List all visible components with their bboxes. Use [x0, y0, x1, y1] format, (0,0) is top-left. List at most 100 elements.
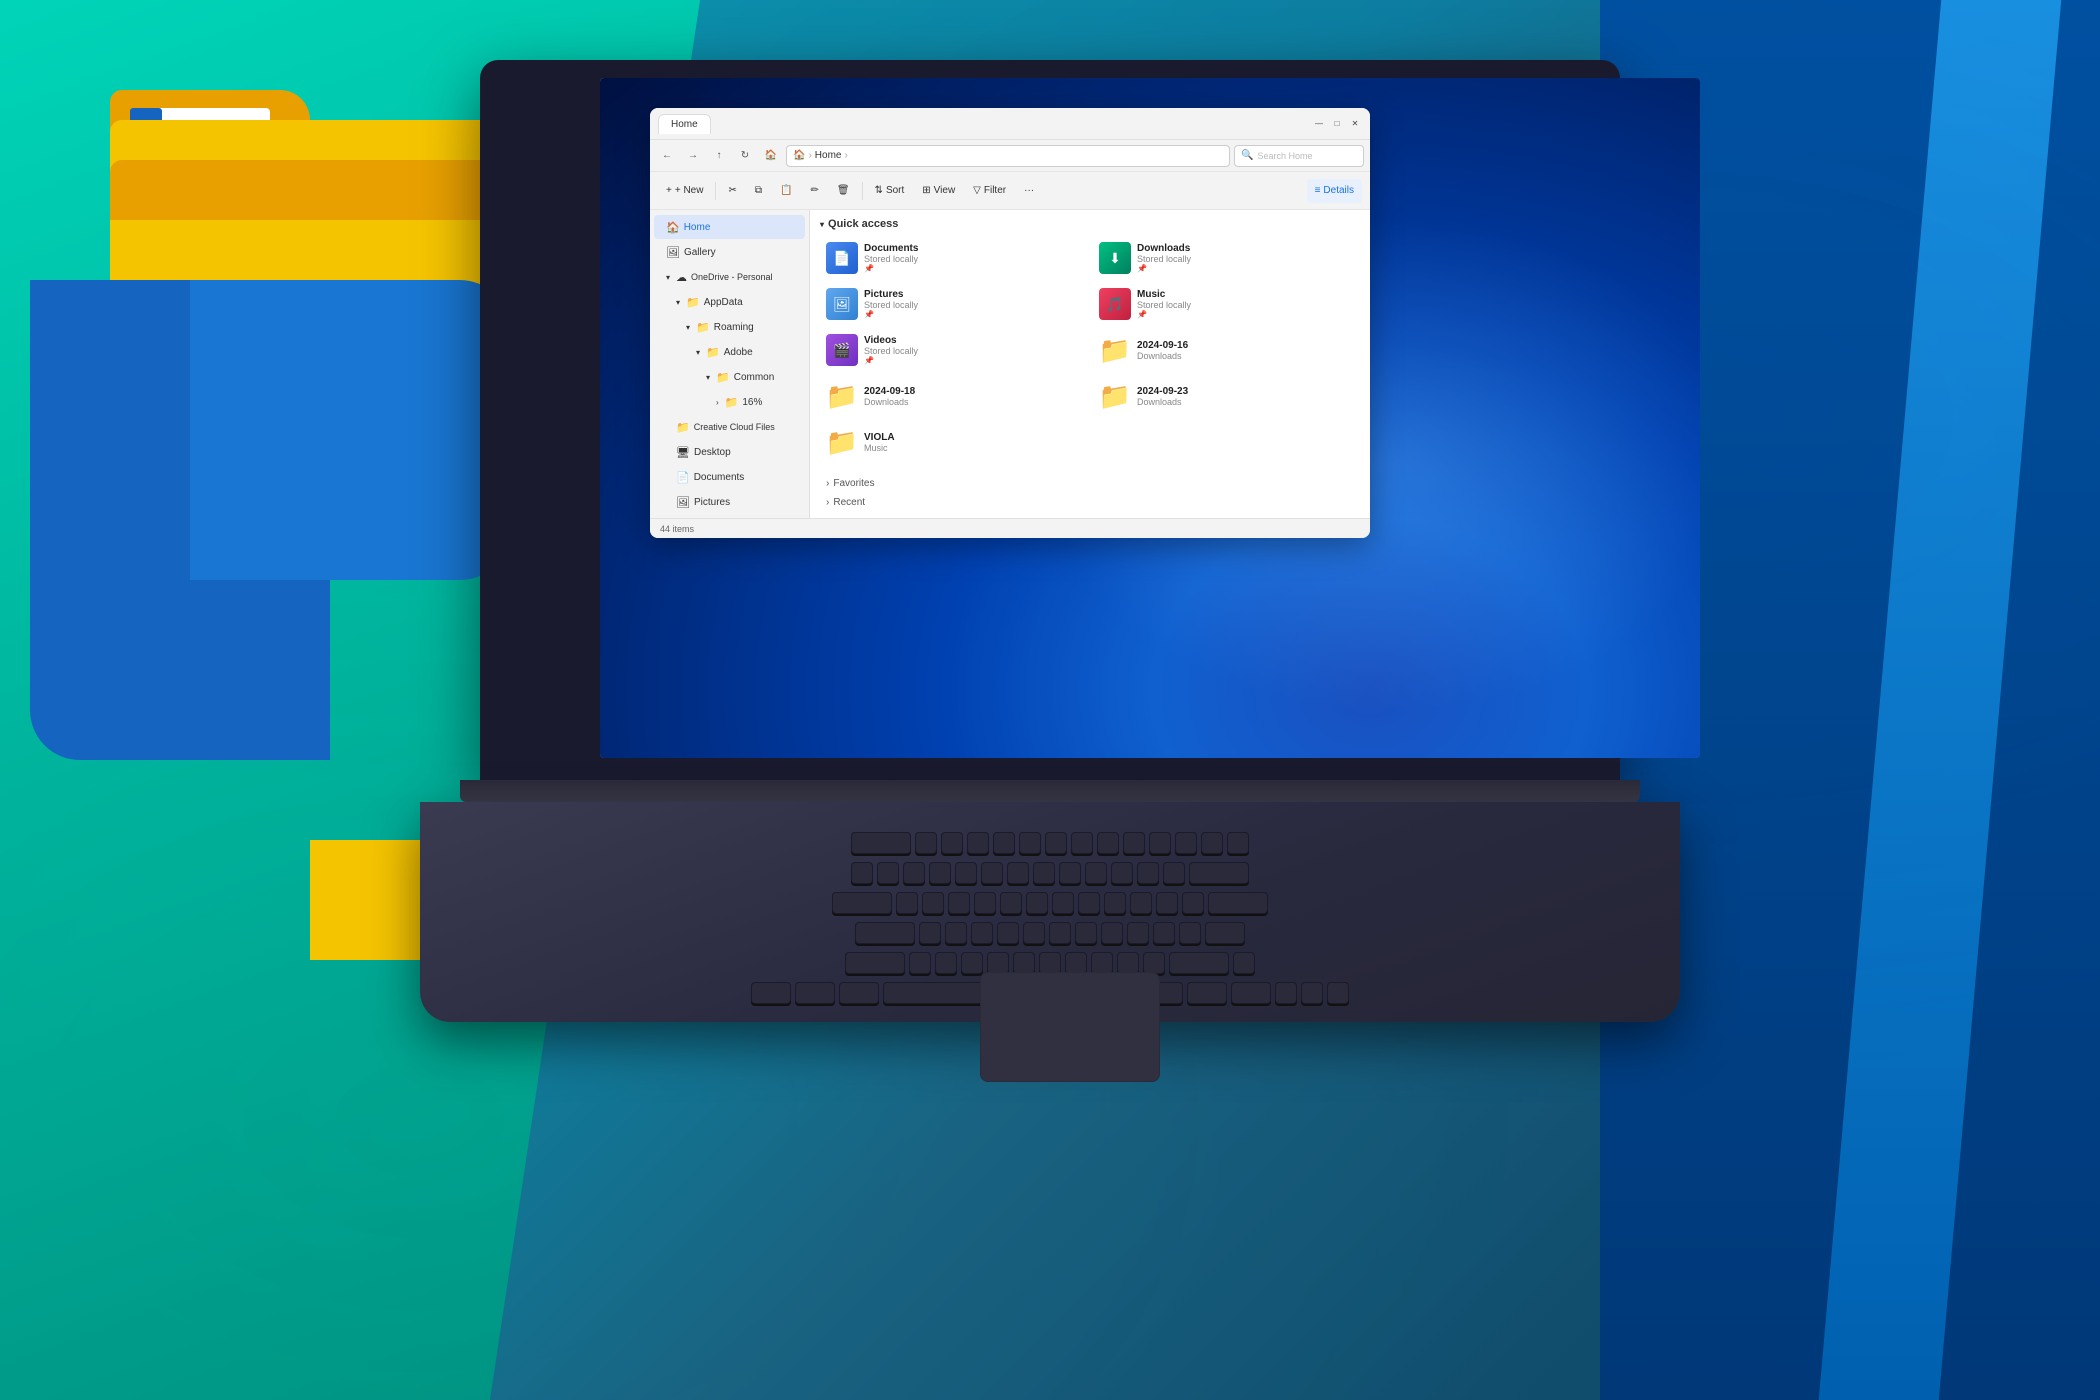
sidebar-item-desktop[interactable]: 🖥 Desktop — [654, 440, 805, 464]
folder-2024-09-16-info: 2024-09-16 Downloads — [1137, 340, 1354, 361]
fe-tab[interactable]: Home — [658, 114, 711, 134]
item-pictures[interactable]: 🖼 Pictures Stored locally 📌 — [820, 284, 1087, 324]
sidebar-item-roaming[interactable]: ▾ 📁 Roaming — [654, 315, 805, 339]
kb-b — [1013, 952, 1035, 974]
downloads-item-sub: Stored locally — [1137, 254, 1354, 264]
item-videos[interactable]: 🎬 Videos Stored locally 📌 — [820, 330, 1087, 370]
sidebar-documents-label: Documents — [694, 472, 745, 483]
kb-f7 — [1071, 832, 1093, 854]
kb-q — [896, 892, 918, 914]
new-button[interactable]: + + New — [658, 177, 711, 205]
pictures-item-icon: 🖼 — [826, 288, 858, 320]
kb-7 — [1033, 862, 1055, 884]
home-nav-button[interactable]: 🏠 — [760, 145, 782, 167]
up-button[interactable]: ↑ — [708, 145, 730, 167]
documents-item-info: Documents Stored locally 📌 — [864, 243, 1081, 273]
cut-button[interactable]: ✂ — [720, 177, 744, 205]
item-2024-09-18[interactable]: 📁 2024-09-18 Downloads — [820, 376, 1087, 416]
refresh-button[interactable]: ↻ — [734, 145, 756, 167]
recent-section[interactable]: › Recent — [820, 493, 1360, 512]
item-2024-09-23[interactable]: 📁 2024-09-23 Downloads — [1093, 376, 1360, 416]
laptop-touchpad[interactable] — [980, 972, 1160, 1082]
view-button[interactable]: ⊞ View — [914, 177, 963, 205]
sort-icon: ⇅ — [875, 185, 883, 196]
maximize-button[interactable]: □ — [1330, 117, 1344, 131]
home-icon: 🏠 — [666, 221, 680, 234]
sidebar-item-16[interactable]: › 📁 16% — [654, 390, 805, 414]
chevron-down-icon-2: ▾ — [676, 298, 680, 307]
kb-lctrl — [751, 982, 791, 1004]
item-2024-09-16[interactable]: 📁 2024-09-16 Downloads — [1093, 330, 1360, 370]
item-documents[interactable]: 📄 Documents Stored locally 📌 — [820, 238, 1087, 278]
details-button[interactable]: ≡ Details — [1307, 179, 1362, 203]
kb-lwin — [795, 982, 835, 1004]
chevron-down-icon-4: ▾ — [696, 348, 700, 357]
forward-button[interactable]: → — [682, 145, 704, 167]
close-button[interactable]: ✕ — [1348, 117, 1362, 131]
item-music[interactable]: 🎵 Music Stored locally 📌 — [1093, 284, 1360, 324]
kb-backtick — [851, 862, 873, 884]
filter-button[interactable]: ▽ Filter — [965, 177, 1014, 205]
videos-item-icon: 🎬 — [826, 334, 858, 366]
sidebar-item-common[interactable]: ▾ 📁 Common — [654, 365, 805, 389]
common-icon: 📁 — [716, 371, 730, 384]
kb-down — [1301, 982, 1323, 1004]
kb-h — [1049, 922, 1071, 944]
back-button[interactable]: ← — [656, 145, 678, 167]
kb-c — [961, 952, 983, 974]
item-downloads[interactable]: ⬇ Downloads Stored locally 📌 — [1093, 238, 1360, 278]
path-separator: › — [808, 150, 811, 161]
chevron-right-rec-icon: › — [826, 497, 829, 508]
address-path-bar[interactable]: 🏠 › Home › — [786, 145, 1230, 167]
folder-2024-09-18-name: 2024-09-18 — [864, 386, 1081, 397]
copy-button[interactable]: ⧉ — [747, 177, 770, 205]
sidebar-item-ccfiles[interactable]: 📁 Creative Cloud Files — [654, 415, 805, 439]
minimize-button[interactable]: — — [1312, 117, 1326, 131]
favorites-section[interactable]: › Favorites — [820, 474, 1360, 493]
more-button[interactable]: ··· — [1016, 177, 1042, 205]
music-item-icon: 🎵 — [1099, 288, 1131, 320]
laptop-container: Home — □ ✕ ← → ↑ ↻ 🏠 🏠 — [380, 60, 1720, 1060]
rename-button[interactable]: ✏ — [802, 177, 826, 205]
kb-ralt — [1187, 982, 1227, 1004]
sidebar-roaming-label: Roaming — [714, 322, 754, 333]
folder-viola-info: VIOLA Music — [864, 432, 1081, 453]
path-label: Home — [815, 150, 842, 161]
sort-button[interactable]: ⇅ Sort — [867, 177, 913, 205]
search-box[interactable]: 🔍 Search Home — [1234, 145, 1364, 167]
item-viola[interactable]: 📁 VIOLA Music — [820, 422, 1087, 462]
delete-button[interactable]: 🗑 — [829, 177, 858, 205]
kb-l — [1127, 922, 1149, 944]
kb-f5 — [1019, 832, 1041, 854]
search-icon: 🔍 — [1241, 150, 1253, 161]
kb-j — [1075, 922, 1097, 944]
quick-access-label: Quick access — [828, 218, 898, 230]
sidebar-item-onedrive[interactable]: ▾ ☁ OneDrive - Personal — [654, 265, 805, 289]
sidebar-item-adobe[interactable]: ▾ 📁 Adobe — [654, 340, 805, 364]
kb-row-numbers — [540, 862, 1560, 884]
chevron-down-icon-3: ▾ — [686, 323, 690, 332]
kb-f2 — [941, 832, 963, 854]
kb-enter-2 — [1205, 922, 1245, 944]
kb-f8 — [1097, 832, 1119, 854]
kb-rbracket — [1182, 892, 1204, 914]
sidebar-item-home[interactable]: 🏠 Home — [654, 215, 805, 239]
desktop-icon: 🖥 — [676, 446, 690, 459]
kb-5 — [981, 862, 1003, 884]
folder-viola-name: VIOLA — [864, 432, 1081, 443]
sidebar-item-gallery[interactable]: 🖼 Gallery — [654, 240, 805, 264]
chevron-right-icon: › — [716, 398, 719, 407]
downloads-item-icon: ⬇ — [1099, 242, 1131, 274]
kb-r — [974, 892, 996, 914]
paste-button[interactable]: 📋 — [772, 177, 800, 205]
sidebar-item-documents[interactable]: 📄 Documents — [654, 465, 805, 489]
roaming-icon: 📁 — [696, 321, 710, 334]
kb-2 — [903, 862, 925, 884]
documents-item-icon: 📄 — [826, 242, 858, 274]
sidebar-item-pictures[interactable]: 🖼 Pictures — [654, 490, 805, 514]
sidebar-item-appdata[interactable]: ▾ 📁 AppData — [654, 290, 805, 314]
kb-a — [919, 922, 941, 944]
kb-minus — [1137, 862, 1159, 884]
kb-quote — [1179, 922, 1201, 944]
items-count-label: 44 items — [660, 524, 694, 534]
